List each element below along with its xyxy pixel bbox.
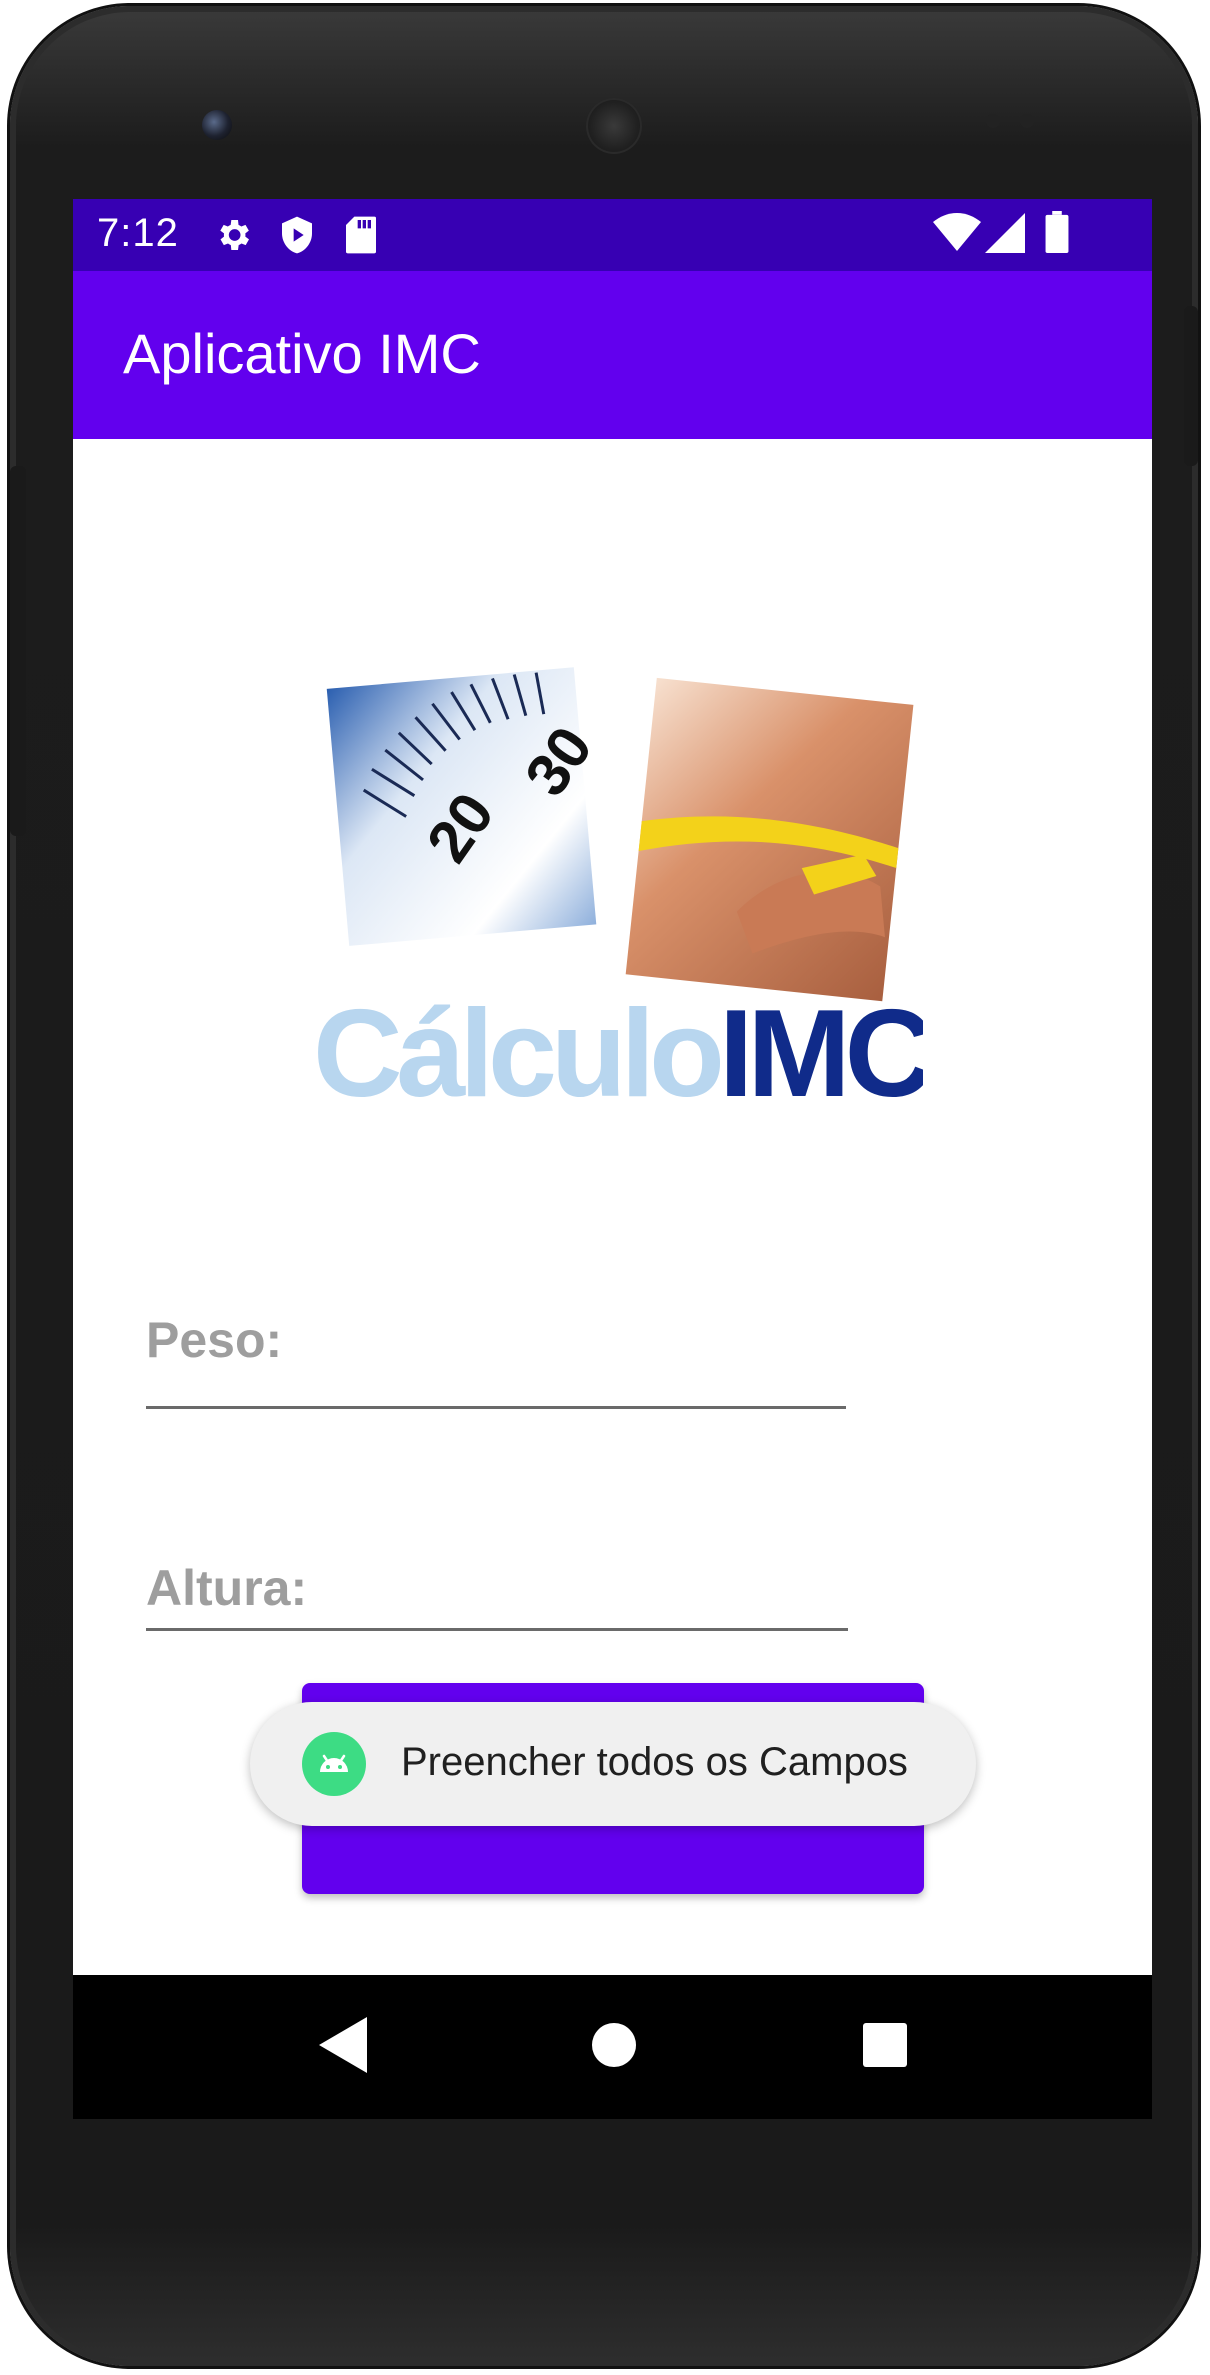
device-screen: 7:12 Aplicativo IMC 20 30 CálculoIMC Pes… [73, 199, 1152, 2119]
status-bar: 7:12 [73, 199, 1152, 271]
back-icon[interactable] [319, 2017, 371, 2078]
altura-underline [146, 1628, 848, 1631]
altura-hint: Altura: [146, 1560, 308, 1616]
app-title: Aplicativo IMC [123, 322, 481, 385]
app-bar: Aplicativo IMC [73, 271, 1152, 439]
volume-button [10, 466, 26, 836]
toast-message: Preencher todos os Campos [250, 1702, 976, 1826]
gear-icon [213, 215, 253, 260]
proximity-sensor [986, 114, 1000, 128]
earpiece-speaker [586, 98, 642, 154]
svg-text:CálculoIMC: CálculoIMC [313, 985, 923, 1123]
calculo-imc-logo: 20 30 CálculoIMC [303, 660, 938, 1134]
peso-hint: Peso: [146, 1312, 283, 1368]
android-icon [302, 1732, 366, 1796]
toast-text: Preencher todos os Campos [401, 1740, 908, 1784]
peso-underline [146, 1406, 846, 1409]
phone-frame: 7:12 Aplicativo IMC 20 30 CálculoIMC Pes… [10, 6, 1198, 2366]
home-icon[interactable] [589, 2017, 639, 2078]
power-button [1184, 306, 1198, 466]
front-camera [202, 110, 232, 140]
status-time: 7:12 [97, 211, 179, 255]
cell-signal-icon [985, 213, 1025, 258]
battery-icon [1045, 211, 1069, 258]
navigation-bar [73, 1975, 1152, 2119]
logo-text-calculo: Cálculo [313, 985, 720, 1123]
logo-text-imc: IMC [719, 985, 923, 1123]
shield-play-icon [277, 215, 317, 260]
wifi-icon [933, 213, 981, 258]
recents-icon[interactable] [861, 2017, 909, 2078]
light-sensor [1020, 114, 1034, 128]
sd-card-icon [343, 215, 379, 260]
